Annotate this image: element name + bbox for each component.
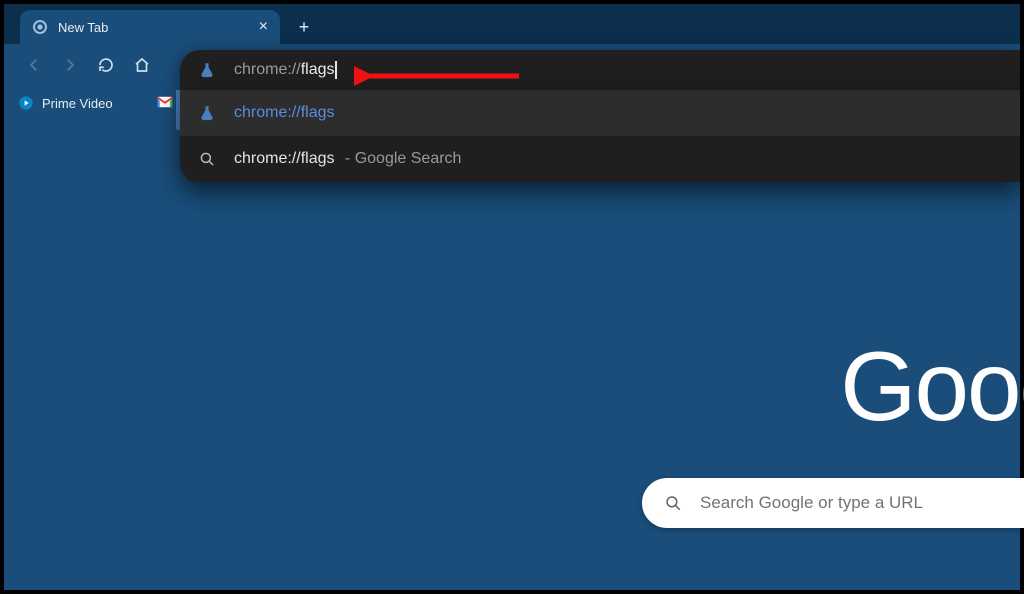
suggestion-text: chrome://flags xyxy=(234,104,334,122)
reload-button[interactable] xyxy=(92,51,120,79)
suggestion-row[interactable]: chrome://flags - Google Search xyxy=(180,136,1020,182)
url-rest: flags xyxy=(301,61,335,78)
chrome-favicon-icon xyxy=(32,19,48,35)
close-tab-icon[interactable]: × xyxy=(259,18,268,36)
bookmark-prime-video[interactable]: Prime Video xyxy=(18,95,113,111)
back-button[interactable] xyxy=(20,51,48,79)
suggestion-text: chrome://flags xyxy=(234,150,334,167)
forward-button[interactable] xyxy=(56,51,84,79)
gmail-icon[interactable] xyxy=(156,93,174,111)
browser-tab[interactable]: New Tab × xyxy=(20,10,280,44)
omnibox-text: chrome://flags xyxy=(234,61,337,79)
tab-title: New Tab xyxy=(58,20,259,35)
flask-icon xyxy=(198,104,216,122)
url-prefix: chrome:// xyxy=(234,61,301,78)
new-tab-button[interactable]: + xyxy=(290,13,318,41)
search-placeholder: Search Google or type a URL xyxy=(700,493,923,513)
prime-video-icon xyxy=(18,95,34,111)
omnibox-container: chrome://flags chrome://flags chrome://f… xyxy=(180,50,1020,182)
home-button[interactable] xyxy=(128,51,156,79)
tab-strip: New Tab × + xyxy=(4,4,1020,44)
bookmark-label: Prime Video xyxy=(42,96,113,111)
omnibox-suggestions: chrome://flags chrome://flags - Google S… xyxy=(180,90,1020,182)
ntp-search-box[interactable]: Search Google or type a URL xyxy=(642,478,1024,528)
search-icon xyxy=(664,494,682,512)
text-caret xyxy=(335,61,337,79)
address-bar[interactable]: chrome://flags xyxy=(180,50,1020,90)
suggestion-suffix: - Google Search xyxy=(340,150,461,167)
flask-icon xyxy=(198,61,216,79)
google-logo: Goog xyxy=(840,330,1024,443)
suggestion-row[interactable]: chrome://flags xyxy=(180,90,1020,136)
new-tab-content: Goog Search Google or type a URL xyxy=(4,120,1020,590)
search-icon xyxy=(198,150,216,168)
